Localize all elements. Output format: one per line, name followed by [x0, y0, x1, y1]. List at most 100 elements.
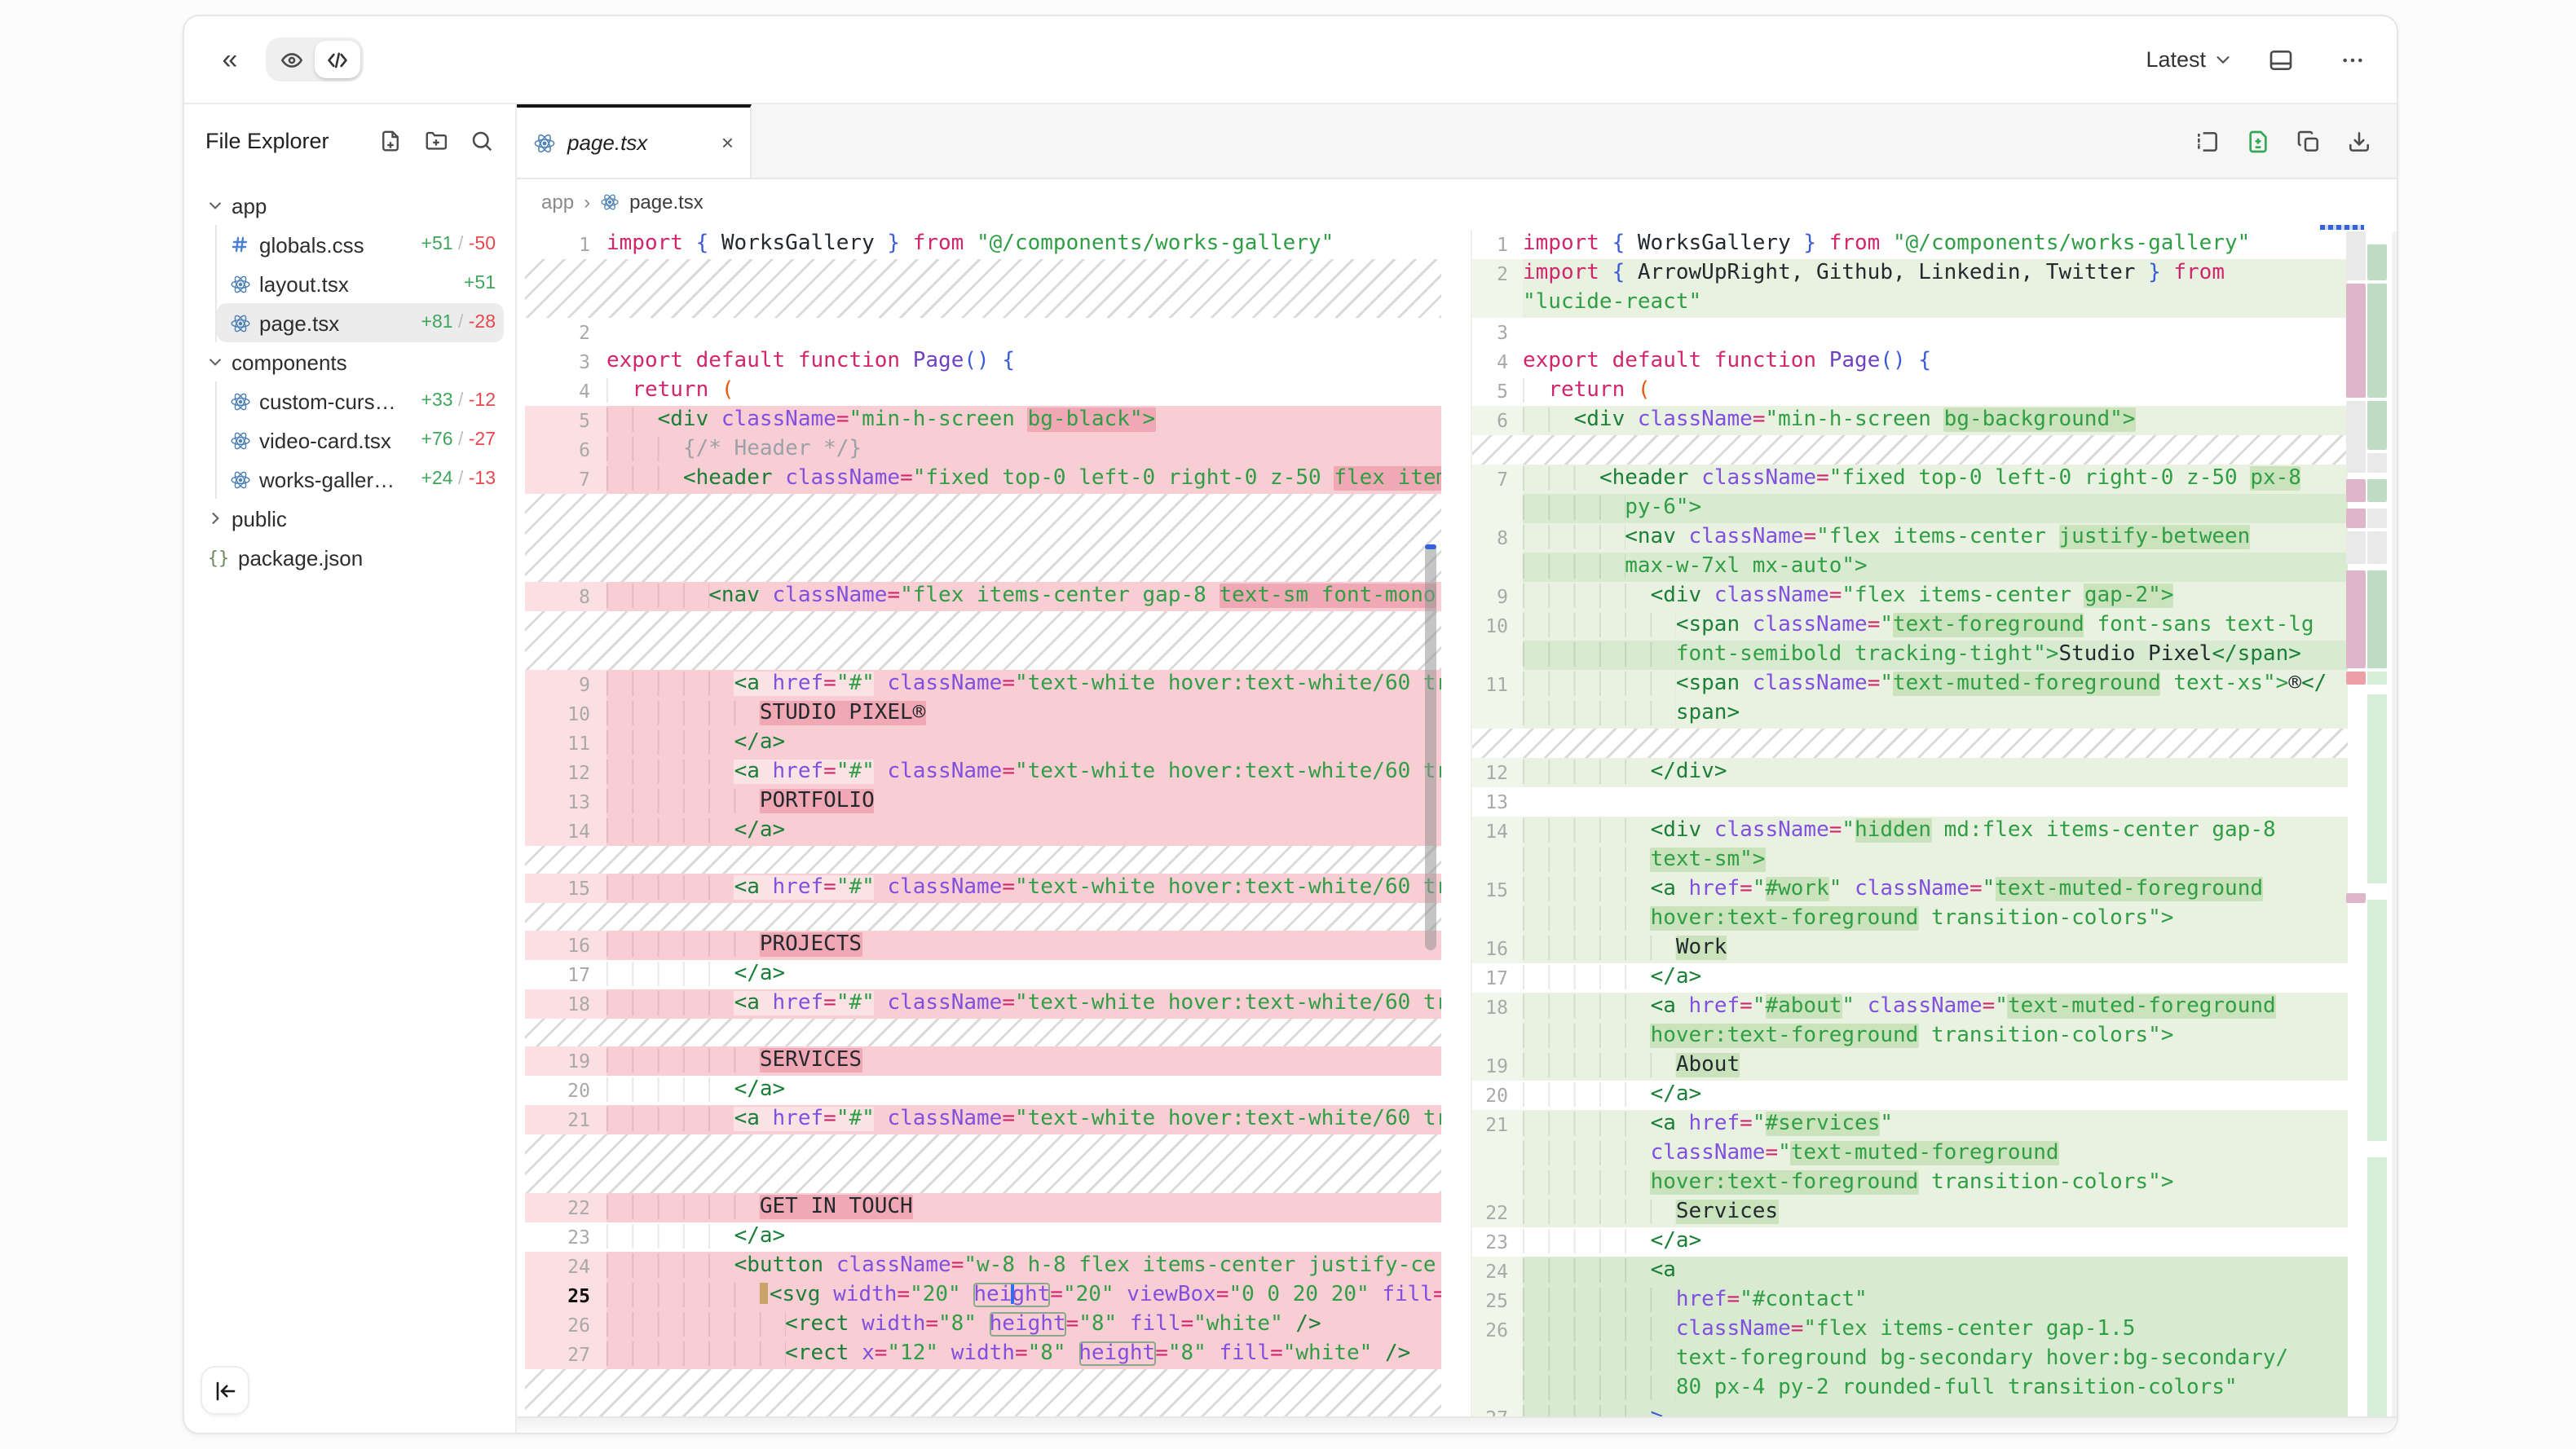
new-file-icon[interactable] — [378, 129, 403, 153]
code-wrap-row[interactable]: font-semibold tracking-tight">Studio Pix… — [1472, 641, 2348, 670]
code-line[interactable]: 18 <a href="#about" className="text-mute… — [1472, 993, 2348, 1022]
close-tab-icon[interactable]: × — [721, 132, 734, 153]
code-line[interactable]: 1import { WorksGallery } from "@/compone… — [1472, 230, 2348, 259]
code-line[interactable]: 6 <div className="min-h-screen bg-backgr… — [1472, 406, 2348, 435]
code-line[interactable]: 21 <a href="#services" — [1472, 1110, 2348, 1139]
tree-folder-public[interactable]: public — [196, 499, 504, 538]
code-line[interactable]: 16 Work — [1472, 934, 2348, 963]
code-line[interactable]: 20 </a> — [525, 1076, 1441, 1105]
collapsed-region[interactable] — [525, 259, 1441, 318]
tree-file-layout-tsx[interactable]: layout.tsx+51 — [217, 264, 504, 303]
split-view-icon[interactable] — [2194, 128, 2221, 154]
more-options-button[interactable] — [2330, 37, 2375, 82]
collapsed-region[interactable] — [1472, 729, 2348, 758]
code-line[interactable]: 2 — [525, 318, 1441, 347]
collapsed-region[interactable] — [525, 846, 1441, 874]
code-wrap-row[interactable]: className="text-muted-foreground — [1472, 1139, 2348, 1169]
code-wrap-row[interactable]: max-w-7xl mx-auto"> — [1472, 553, 2348, 582]
file-diff-icon[interactable] — [2245, 128, 2271, 154]
code-line[interactable]: 11 <span className="text-muted-foregroun… — [1472, 670, 2348, 699]
code-wrap-row[interactable]: py-6"> — [1472, 494, 2348, 523]
code-wrap-row[interactable]: hover:text-foreground transition-colors"… — [1472, 1022, 2348, 1051]
code-line[interactable]: 12 <a href="#" className="text-white hov… — [525, 758, 1441, 787]
search-icon[interactable] — [470, 129, 494, 153]
code-line[interactable]: 9 <a href="#" className="text-white hove… — [525, 670, 1441, 699]
collapsed-region[interactable] — [525, 611, 1441, 670]
horizontal-scrollbar-track[interactable] — [517, 1416, 2397, 1433]
collapsed-region[interactable] — [1472, 435, 2348, 465]
code-line[interactable]: 20 </a> — [1472, 1081, 2348, 1110]
tree-file-works-galler-[interactable]: works-galler…+24 / -13 — [217, 460, 504, 499]
panel-bottom-button[interactable] — [2258, 37, 2304, 82]
collapsed-region[interactable] — [525, 1134, 1441, 1193]
code-line[interactable]: 14 </a> — [525, 817, 1441, 846]
code-toggle-button[interactable] — [315, 41, 360, 78]
code-line[interactable]: 10 <span className="text-foreground font… — [1472, 611, 2348, 641]
code-line[interactable]: 17 </a> — [525, 960, 1441, 989]
code-line[interactable]: 13 — [1472, 787, 2348, 817]
code-line[interactable]: 5 <div className="min-h-screen bg-black"… — [525, 406, 1441, 435]
code-line[interactable]: 7 <header className="fixed top-0 left-0 … — [525, 465, 1441, 494]
collapsed-region[interactable] — [525, 1019, 1441, 1046]
code-line[interactable]: 14 <div className="hidden md:flex items-… — [1472, 817, 2348, 846]
code-wrap-row[interactable]: span> — [1472, 699, 2348, 729]
code-wrap-row[interactable]: 80 px-4 py-2 rounded-full transition-col… — [1472, 1374, 2348, 1403]
tree-folder-app[interactable]: app — [196, 186, 504, 225]
code-wrap-row[interactable]: hover:text-foreground transition-colors"… — [1472, 905, 2348, 934]
tree-file-globals-css[interactable]: globals.css+51 / -50 — [217, 225, 504, 264]
download-icon[interactable] — [2346, 128, 2372, 154]
code-line[interactable]: 17 </a> — [1472, 963, 2348, 993]
code-line[interactable]: 6 {/* Header */} — [525, 435, 1441, 465]
left-pane-scrollbar[interactable] — [1425, 544, 1436, 950]
code-line[interactable]: 24 <a — [1472, 1257, 2348, 1286]
code-line[interactable]: 3 — [1472, 318, 2348, 347]
code-line[interactable]: 9 <div className="flex items-center gap-… — [1472, 582, 2348, 611]
tab-page-tsx[interactable]: page.tsx × — [517, 104, 752, 178]
diff-minimap[interactable] — [2346, 231, 2389, 1433]
code-line[interactable]: 25 href="#contact" — [1472, 1286, 2348, 1315]
code-line[interactable]: 26 <rect width="8" height="8" fill="whit… — [525, 1310, 1441, 1340]
code-wrap-row[interactable]: text-foreground bg-secondary hover:bg-se… — [1472, 1345, 2348, 1374]
new-folder-icon[interactable] — [424, 129, 448, 153]
code-line[interactable]: 2import { ArrowUpRight, Github, Linkedin… — [1472, 259, 2348, 288]
version-dropdown[interactable]: Latest — [2146, 47, 2232, 72]
code-line[interactable]: 15 <a href="#work" className="text-muted… — [1472, 875, 2348, 905]
diff-pane-old[interactable]: 1import { WorksGallery } from "@/compone… — [525, 230, 1441, 1418]
code-line[interactable]: 13 PORTFOLIO — [525, 787, 1441, 817]
code-line[interactable]: 4 return ( — [525, 377, 1441, 406]
code-line[interactable]: 12 </div> — [1472, 758, 2348, 787]
code-line[interactable]: 4export default function Page() { — [1472, 347, 2348, 377]
breadcrumb-file[interactable]: page.tsx — [629, 191, 704, 214]
code-line[interactable]: 8 <nav className="flex items-center gap-… — [525, 582, 1441, 611]
code-line[interactable]: 7 <header className="fixed top-0 left-0 … — [1472, 465, 2348, 494]
collapse-panel-button[interactable]: « — [205, 37, 251, 82]
code-wrap-row[interactable]: hover:text-foreground transition-colors"… — [1472, 1169, 2348, 1198]
collapse-sidebar-button[interactable] — [201, 1366, 249, 1415]
code-line[interactable]: 19 About — [1472, 1051, 2348, 1081]
tree-file-package-json[interactable]: {}package.json — [196, 538, 504, 577]
code-line[interactable]: 8 <nav className="flex items-center just… — [1472, 523, 2348, 553]
code-line[interactable]: 3export default function Page() { — [525, 347, 1441, 377]
collapsed-region[interactable] — [525, 903, 1441, 931]
collapsed-region[interactable] — [525, 494, 1441, 582]
code-line[interactable]: 22 GET IN TOUCH — [525, 1193, 1441, 1222]
code-line[interactable]: 19 SERVICES — [525, 1046, 1441, 1076]
code-line[interactable]: 23 </a> — [1472, 1227, 2348, 1257]
diff-pane-new[interactable]: 1import { WorksGallery } from "@/compone… — [1471, 230, 2348, 1418]
code-line[interactable]: 24 <button className="w-8 h-8 flex items… — [525, 1252, 1441, 1281]
code-line[interactable]: 11 </a> — [525, 729, 1441, 758]
code-line[interactable]: 15 <a href="#" className="text-white hov… — [525, 874, 1441, 903]
code-line[interactable]: 16 PROJECTS — [525, 931, 1441, 960]
copy-icon[interactable] — [2296, 128, 2322, 154]
code-wrap-row[interactable]: "lucide-react" — [1472, 288, 2348, 318]
code-line[interactable]: 21 <a href="#" className="text-white hov… — [525, 1105, 1441, 1134]
code-line[interactable]: 22 Services — [1472, 1198, 2348, 1227]
code-line[interactable]: 10 STUDIO PIXEL® — [525, 699, 1441, 729]
code-line[interactable]: 23 </a> — [525, 1222, 1441, 1252]
right-scrollbar-track[interactable] — [2392, 231, 2397, 1426]
code-wrap-row[interactable]: text-sm"> — [1472, 846, 2348, 875]
breadcrumb-parent[interactable]: app — [541, 191, 574, 214]
tree-file-video-card-tsx[interactable]: video-card.tsx+76 / -27 — [217, 421, 504, 460]
code-line[interactable]: 5 return ( — [1472, 377, 2348, 406]
tree-file-custom-curs-[interactable]: custom-curs…+33 / -12 — [217, 381, 504, 421]
